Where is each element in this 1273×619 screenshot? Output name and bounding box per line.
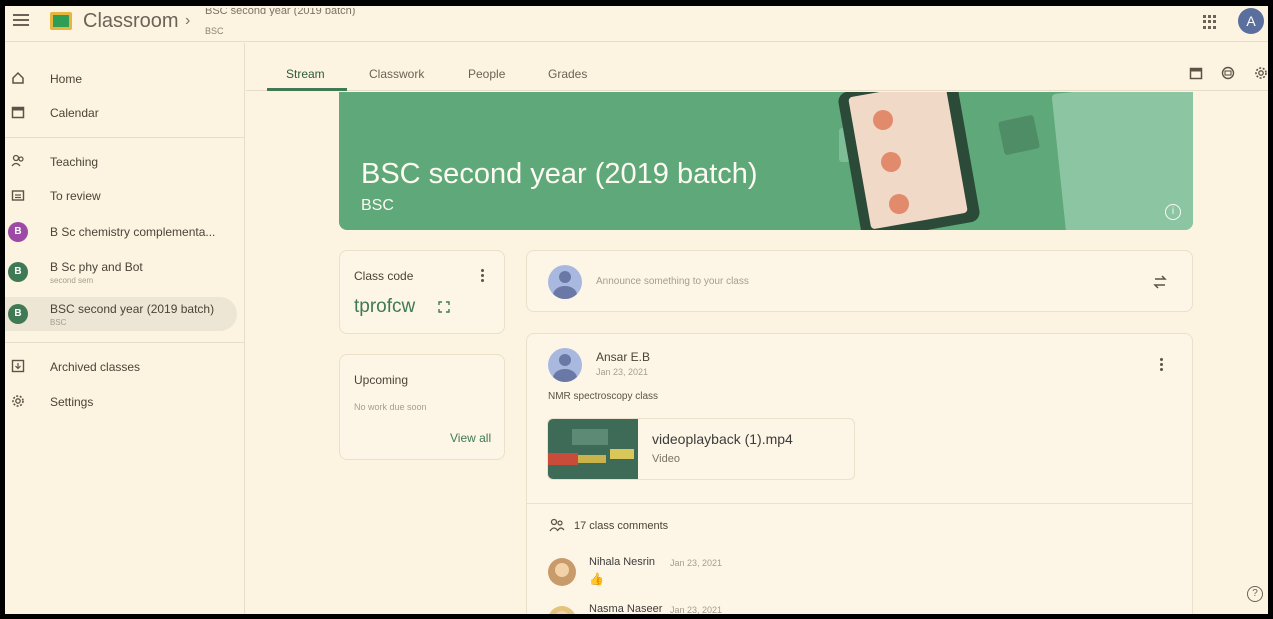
sidebar-item-label: Teaching [50,155,99,169]
video-thumbnail [548,419,638,479]
class-badge: B [8,262,28,282]
announce-card[interactable]: Announce something to your class [526,250,1193,312]
sidebar-item-sublabel: BSC [50,318,67,327]
active-tab-indicator [267,88,347,91]
tab-people[interactable]: People [468,67,505,81]
sidebar-item-label: Calendar [50,106,99,120]
view-all-link[interactable]: View all [450,431,491,445]
upcoming-card: Upcoming No work due soon View all [339,354,505,460]
sidebar-item-calendar[interactable]: Calendar [5,96,237,130]
video-attachment[interactable]: videoplayback (1).mp4 Video [547,418,855,480]
author-avatar [548,348,582,382]
sidebar-item-settings[interactable]: Settings [5,385,237,419]
post-author: Ansar E.B [596,350,651,364]
repost-icon[interactable] [1152,273,1168,291]
home-icon [12,71,24,84]
info-icon[interactable]: i [1165,204,1181,220]
comment-text: 👍 [589,572,604,586]
sidebar: Home Calendar Teaching To review B B Sc … [5,43,245,614]
commenter-name: Nasma Naseer [589,603,663,614]
more-options-icon[interactable] [1160,358,1164,373]
sidebar-item-to-review[interactable]: To review [5,179,237,213]
sidebar-divider [5,342,245,343]
banner-avatar-dot [889,194,909,214]
sidebar-divider [5,137,245,138]
hamburger-menu-icon[interactable] [13,14,29,28]
sidebar-item-label: B Sc phy and Bot [50,260,143,274]
post-date: Jan 23, 2021 [596,367,649,377]
sidebar-item-label: B Sc chemistry complementa... [50,225,216,239]
app-title[interactable]: Classroom [83,10,179,33]
breadcrumb-class-title[interactable]: BSC second year (2019 batch) [205,8,355,16]
post-body: NMR spectroscopy class [548,391,659,402]
gear-icon [12,395,24,407]
banner-avatar-dot [881,152,901,172]
upcoming-note: No work due soon [354,402,427,412]
sidebar-item-label: BSC second year (2019 batch) [50,302,215,316]
upcoming-title: Upcoming [354,373,409,387]
sidebar-item-label: Home [50,72,83,86]
banner-title: BSC second year (2019 batch) [361,158,758,190]
attachment-type: Video [652,453,680,465]
commenter-avatar [548,558,576,586]
people-icon [549,518,565,532]
sidebar-item-class[interactable]: B B Sc phy and Bot second sem [5,255,237,289]
fullscreen-icon[interactable] [438,301,450,313]
drive-folder-icon[interactable] [1221,66,1235,80]
gear-icon[interactable] [1254,66,1268,80]
tab-stream[interactable]: Stream [286,67,325,81]
sidebar-item-label: Settings [50,395,94,409]
banner-photo-illustration [997,114,1041,156]
calendar-icon [11,106,25,119]
banner-avatar-dot [873,110,893,130]
classroom-window: Classroom › BSC second year (2019 batch)… [5,6,1268,614]
post-card: Ansar E.B Jan 23, 2021 NMR spectroscopy … [526,333,1193,614]
sidebar-item-teaching[interactable]: Teaching [5,145,237,179]
commenter-name: Nihala Nesrin [589,556,656,568]
class-code-card: Class code tprofcw [339,250,505,334]
comment-date: Jan 23, 2021 [670,605,723,614]
user-avatar [548,265,582,299]
more-options-icon[interactable] [481,269,485,284]
breadcrumb-class-section: BSC [205,26,224,36]
comment-date: Jan 23, 2021 [670,558,723,568]
class-tabs: Stream Classwork People Grades [246,43,1268,91]
breadcrumb-chevron-icon: › [185,12,191,29]
sidebar-item-class[interactable]: B B Sc chemistry complementa... [5,215,237,249]
sidebar-item-sublabel: second sem [50,276,94,285]
class-code-value: tprofcw [354,296,416,317]
banner-subtitle: BSC [361,197,394,214]
sidebar-item-label: To review [50,189,101,203]
account-avatar[interactable]: A [1238,8,1264,34]
class-banner: BSC second year (2019 batch) BSC i [339,92,1193,230]
attachment-name: videoplayback (1).mp4 [652,431,793,447]
tab-classwork[interactable]: Classwork [369,67,424,81]
class-comments-link[interactable]: 17 class comments [574,520,668,532]
archive-icon [11,359,25,373]
google-apps-icon[interactable] [1203,15,1217,29]
top-app-bar: Classroom › BSC second year (2019 batch)… [5,6,1268,42]
sidebar-item-label: Archived classes [50,360,141,374]
commenter-avatar [548,606,576,614]
announce-input[interactable]: Announce something to your class [596,276,749,287]
class-badge: B [8,304,28,324]
help-icon[interactable]: ? [1247,586,1263,602]
sidebar-item-home[interactable]: Home [5,62,237,96]
sidebar-item-class-active[interactable]: B BSC second year (2019 batch) BSC [5,297,237,331]
folder-review-icon [11,190,25,201]
calendar-icon[interactable] [1189,66,1203,80]
people-icon [11,154,24,167]
classroom-logo[interactable] [50,12,72,30]
class-code-label: Class code [354,269,414,283]
tab-grades[interactable]: Grades [548,67,587,81]
sidebar-item-archived[interactable]: Archived classes [5,350,237,384]
comments-divider [527,503,1193,504]
class-badge: B [8,222,28,242]
